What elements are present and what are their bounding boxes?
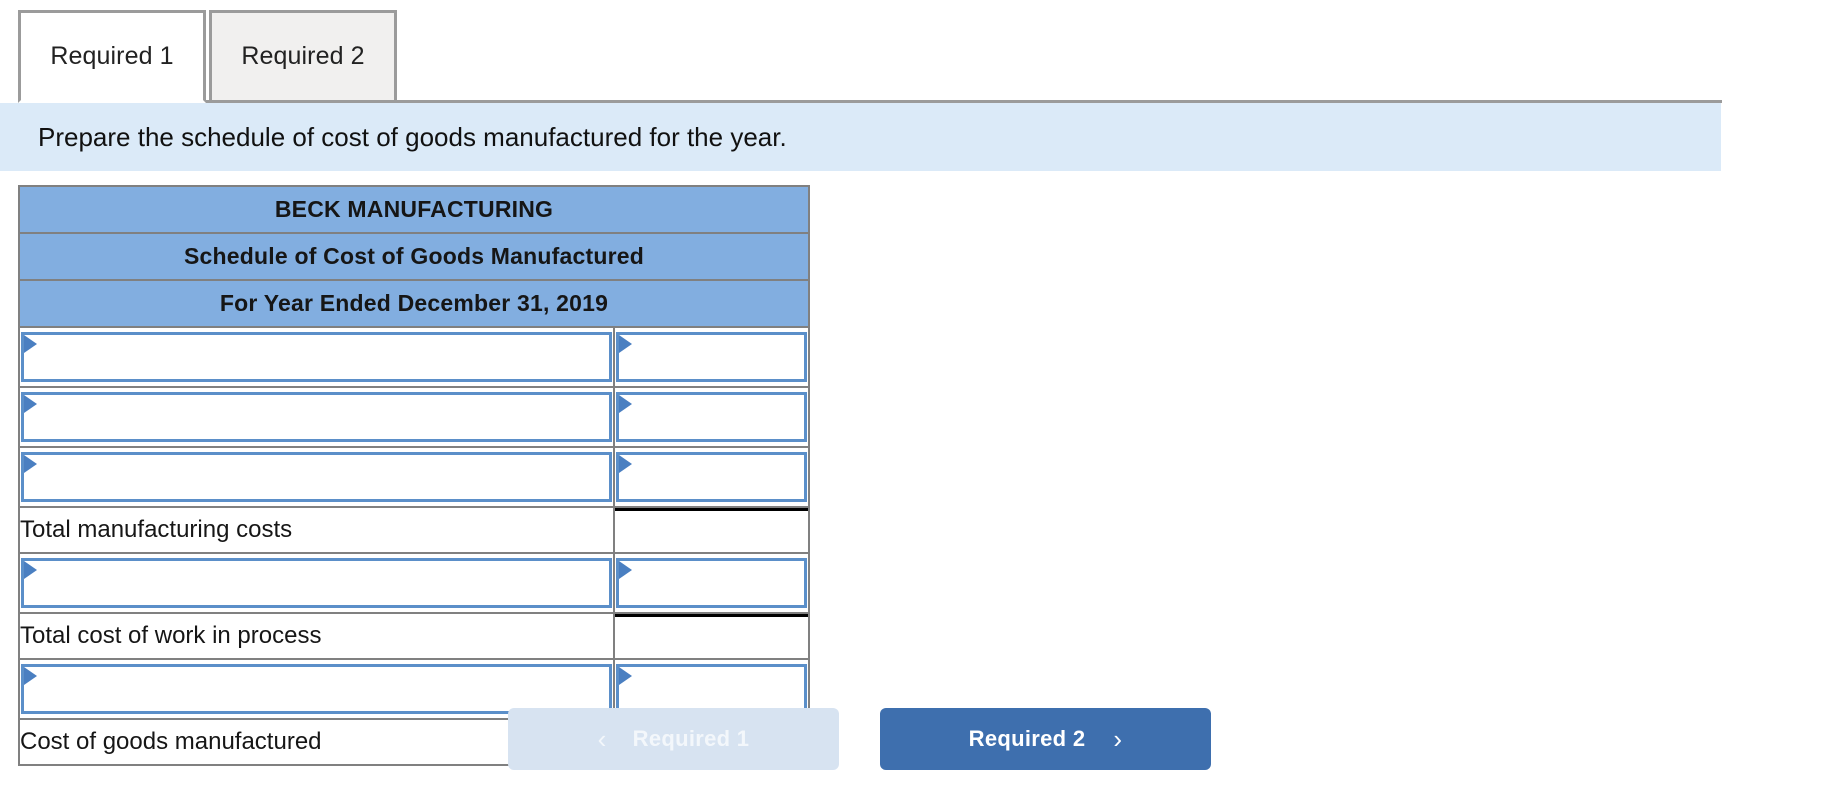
- previous-button-label: Required 1: [632, 726, 750, 751]
- amount-dropdown-3[interactable]: [616, 452, 807, 502]
- amount-select-cell-4[interactable]: [613, 552, 810, 614]
- table-title-row-schedule: Schedule of Cost of Goods Manufactured: [18, 232, 810, 281]
- table-row: [18, 552, 810, 614]
- tab-strip: Required 1 Required 2: [0, 0, 1832, 103]
- next-required-2-button[interactable]: Required 2 ›: [880, 708, 1211, 770]
- table-row-total-manufacturing-costs: Total manufacturing costs: [18, 506, 810, 554]
- amount-dropdown-4[interactable]: [616, 558, 807, 608]
- table-row: [18, 446, 810, 508]
- table-row-total-cost-of-work-in-process: Total cost of work in process: [18, 612, 810, 660]
- account-select-cell-2[interactable]: [18, 386, 615, 448]
- amount-dropdown-1[interactable]: [616, 332, 807, 382]
- tab-required-2[interactable]: Required 2: [209, 10, 397, 103]
- tab-required-2-label: Required 2: [241, 42, 365, 70]
- previous-required-1-button[interactable]: ‹ Required 1: [508, 708, 839, 770]
- footer-navigation: ‹ Required 1 Required 2 ›: [0, 708, 1832, 770]
- label-total-manufacturing-costs: Total manufacturing costs: [18, 506, 615, 554]
- next-button-label: Required 2: [968, 726, 1086, 751]
- account-dropdown-3[interactable]: [21, 452, 612, 502]
- amount-select-cell-2[interactable]: [613, 386, 810, 448]
- table-title-period: For Year Ended December 31, 2019: [18, 279, 810, 328]
- table-title-row-period: For Year Ended December 31, 2019: [18, 279, 810, 328]
- account-select-cell-1[interactable]: [18, 326, 615, 388]
- amount-dropdown-2[interactable]: [616, 392, 807, 442]
- table-title-schedule: Schedule of Cost of Goods Manufactured: [18, 232, 810, 281]
- amount-select-cell-1[interactable]: [613, 326, 810, 388]
- value-total-cost-of-work-in-process[interactable]: [613, 612, 810, 660]
- tab-list: Required 1 Required 2: [18, 10, 400, 103]
- label-total-cost-of-work-in-process: Total cost of work in process: [18, 612, 615, 660]
- chevron-right-icon: ›: [1113, 723, 1123, 754]
- account-select-cell-3[interactable]: [18, 446, 615, 508]
- table-title-company: BECK MANUFACTURING: [18, 185, 810, 234]
- value-total-manufacturing-costs[interactable]: [613, 506, 810, 554]
- tab-required-1-label: Required 1: [50, 42, 174, 70]
- instruction-text: Prepare the schedule of cost of goods ma…: [38, 121, 787, 152]
- amount-dropdown-5[interactable]: [616, 664, 807, 714]
- account-dropdown-4[interactable]: [21, 558, 612, 608]
- account-select-cell-4[interactable]: [18, 552, 615, 614]
- table-row: [18, 386, 810, 448]
- table-title-row-company: BECK MANUFACTURING: [18, 185, 810, 234]
- chevron-left-icon: ‹: [597, 723, 607, 754]
- table-row: [18, 326, 810, 388]
- amount-select-cell-3[interactable]: [613, 446, 810, 508]
- account-dropdown-5[interactable]: [21, 664, 612, 714]
- account-dropdown-1[interactable]: [21, 332, 612, 382]
- cost-of-goods-manufactured-table: BECK MANUFACTURING Schedule of Cost of G…: [18, 185, 811, 771]
- account-dropdown-2[interactable]: [21, 392, 612, 442]
- instruction-banner: Prepare the schedule of cost of goods ma…: [0, 103, 1721, 171]
- worksheet-container: BECK MANUFACTURING Schedule of Cost of G…: [18, 185, 1832, 771]
- tab-required-1[interactable]: Required 1: [18, 10, 206, 103]
